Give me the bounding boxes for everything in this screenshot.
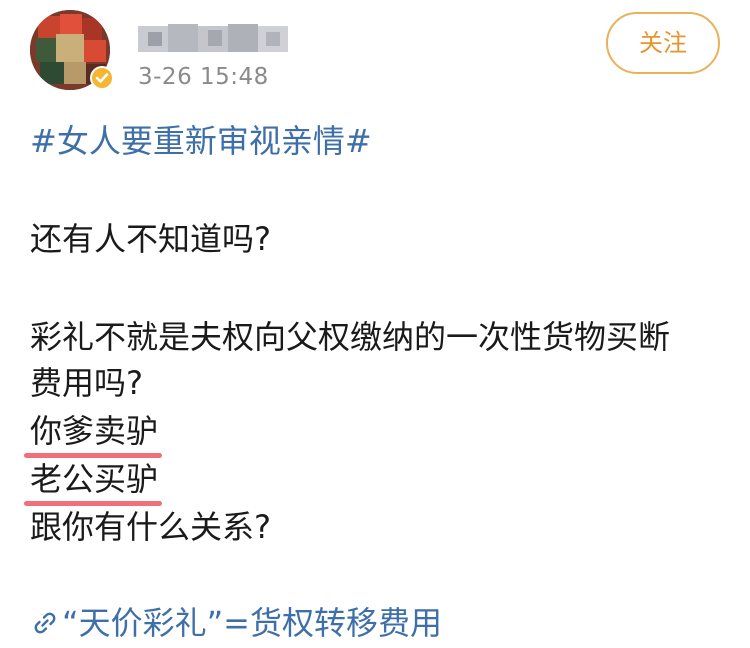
text-line-underlined: 老公买驴: [24, 456, 163, 506]
post-header: 3-26 15:48 关注: [0, 0, 750, 110]
verified-badge-icon: [90, 66, 114, 90]
underlined-text-label: 你爹卖驴: [30, 412, 159, 450]
post-timestamp: 3-26 15:48: [138, 64, 269, 90]
follow-button[interactable]: 关注: [606, 12, 720, 74]
underlined-text-label: 老公买驴: [30, 460, 159, 498]
underlined-text: 你爹卖驴: [24, 408, 163, 458]
weibo-post: 3-26 15:48 关注 #女人要重新审视亲情# 还有人不知道吗? 彩礼不就是…: [0, 0, 750, 648]
text-line: 彩礼不就是夫权向父权缴纳的一次性货物买断: [30, 318, 671, 356]
hashtag-link[interactable]: #女人要重新审视亲情#: [30, 118, 372, 164]
topic-link-label[interactable]: “天价彩礼”=货权转移费用: [62, 604, 442, 642]
text-line: 还有人不知道吗?: [30, 220, 271, 258]
topic-link[interactable]: “天价彩礼”=货权转移费用: [30, 600, 442, 646]
text-line: 跟你有什么关系?: [30, 508, 271, 546]
link-icon: [34, 612, 56, 634]
text-line: 费用吗?: [30, 364, 143, 402]
username[interactable]: [138, 20, 290, 56]
underlined-text: 老公买驴: [24, 456, 163, 506]
text-line-underlined: 你爹卖驴: [24, 408, 163, 458]
